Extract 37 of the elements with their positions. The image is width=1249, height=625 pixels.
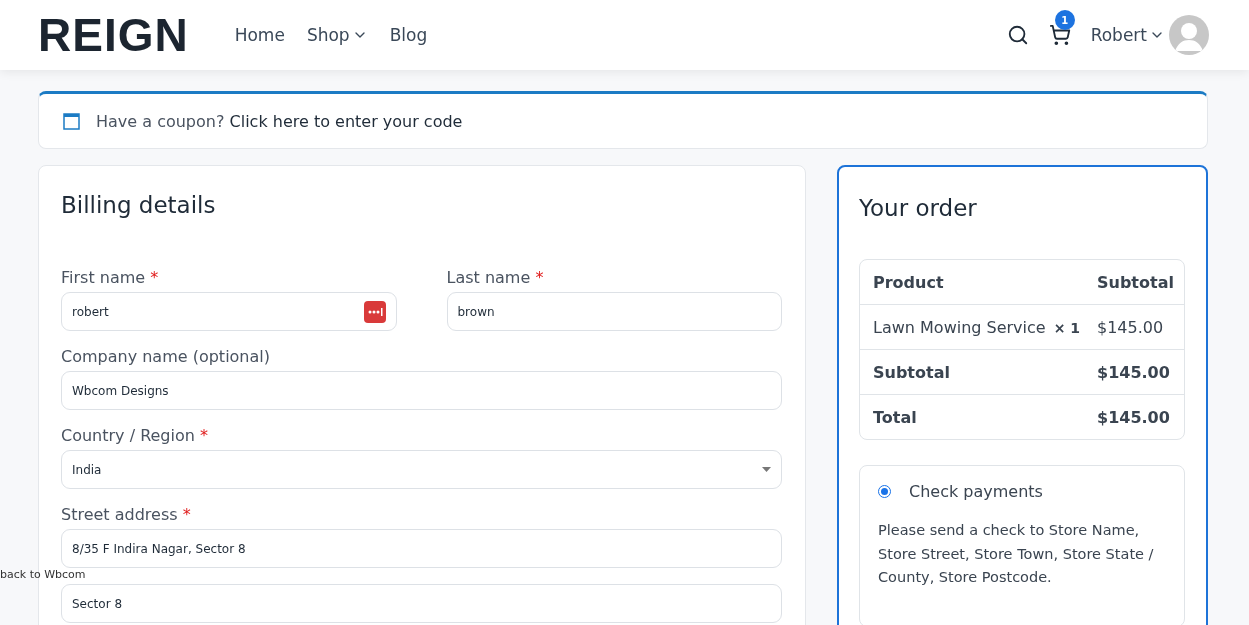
input-field[interactable]: robert	[61, 292, 397, 331]
payment-label[interactable]: Check payments	[909, 482, 1043, 501]
search-icon[interactable]	[1006, 24, 1029, 46]
overlay-text: back to Wbcom	[0, 569, 86, 581]
input-field[interactable]: brown	[446, 292, 782, 331]
table-cell-text: $145.00	[1097, 362, 1171, 382]
table-cell-text: Total	[873, 407, 918, 427]
nav-link[interactable]: Home	[234, 25, 285, 45]
table-cell-text: $145.00	[1097, 407, 1171, 427]
input-field[interactable]: 8/35 F Indira Nagar, Sector 8	[61, 529, 782, 568]
password-manager-icon[interactable]	[363, 300, 386, 323]
input-field[interactable]: Sector 8	[61, 584, 782, 623]
cart-count-badge: 1	[1054, 10, 1075, 30]
nav-link[interactable]: Shop	[306, 25, 368, 45]
cart-icon[interactable]	[1048, 24, 1071, 46]
column-header: Subtotal	[1097, 272, 1175, 292]
field-label: Street address *	[61, 505, 192, 524]
window-icon	[63, 112, 80, 130]
nav-link[interactable]: Blog	[389, 25, 428, 45]
logo[interactable]: REIGN	[38, 8, 189, 62]
field-label: Last name *	[446, 268, 545, 287]
coupon-link[interactable]: Click here to enter your code	[229, 111, 463, 131]
column-header: Product	[873, 272, 945, 292]
user-menu[interactable]: Robert	[1090, 25, 1165, 45]
field-label: Country / Region *	[61, 426, 209, 445]
select-field[interactable]: India	[61, 450, 782, 489]
field-label: First name *	[61, 268, 160, 287]
dropdown-arrow-icon	[762, 467, 771, 472]
table-cell-text: $145.00	[1097, 317, 1165, 337]
order-title: Your order	[859, 195, 978, 221]
table-cell-text: Lawn Mowing Service × 1	[873, 317, 1082, 337]
table-cell-text: Subtotal	[873, 362, 951, 382]
payment-description: Please send a check to Store Name, Store Street, Store Town, Store State / County, Store Postcode.	[878, 521, 1155, 587]
billing-title: Billing details	[61, 192, 217, 218]
coupon-text: Have a coupon? Click here to enter your code	[96, 111, 463, 131]
field-label: Company name (optional)	[61, 347, 271, 366]
input-field[interactable]: Wbcom Designs	[61, 371, 782, 410]
